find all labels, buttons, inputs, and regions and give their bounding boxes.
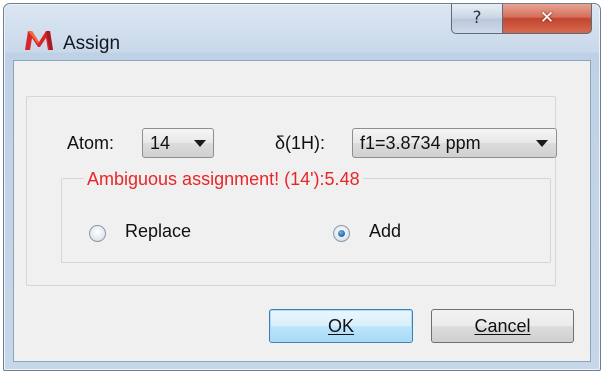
atom-label: Atom: xyxy=(67,133,115,153)
ok-button-label: OK xyxy=(327,315,354,336)
help-icon: ? xyxy=(472,8,482,28)
mnova-logo-icon xyxy=(25,31,53,50)
atom-select-value: 14 xyxy=(150,133,171,153)
cancel-button[interactable]: Cancel xyxy=(431,309,574,343)
window-title: Assign xyxy=(63,33,121,54)
replace-label[interactable]: Replace xyxy=(125,221,191,242)
close-button[interactable]: ✕ xyxy=(502,4,592,34)
ok-button[interactable]: OK xyxy=(269,309,413,343)
shift-select-value: f1=3.8734 ppm xyxy=(360,133,481,153)
atom-select[interactable]: 14 xyxy=(142,128,214,158)
chevron-down-icon xyxy=(536,140,548,147)
title-bar[interactable]: Assign ? ✕ xyxy=(4,4,600,60)
add-radio[interactable] xyxy=(333,225,350,242)
replace-radio[interactable] xyxy=(89,225,106,242)
help-button[interactable]: ? xyxy=(451,4,503,34)
add-label[interactable]: Add xyxy=(369,221,401,242)
dialog-body: Atom: 14 δ(1H): f1=3.8734 ppm Ambiguous … xyxy=(13,60,591,362)
ambiguous-warning: Ambiguous assignment! (14'):5.48 xyxy=(84,169,363,190)
chevron-down-icon xyxy=(194,140,206,147)
cancel-button-label: Cancel xyxy=(474,315,531,336)
radio-selected-dot xyxy=(338,230,345,237)
assign-dialog: Assign ? ✕ Atom: 14 δ(1H): f1=3.8734 ppm… xyxy=(3,3,601,371)
shift-label: δ(1H): xyxy=(275,133,326,153)
close-icon: ✕ xyxy=(539,8,555,28)
shift-select[interactable]: f1=3.8734 ppm xyxy=(352,128,557,158)
